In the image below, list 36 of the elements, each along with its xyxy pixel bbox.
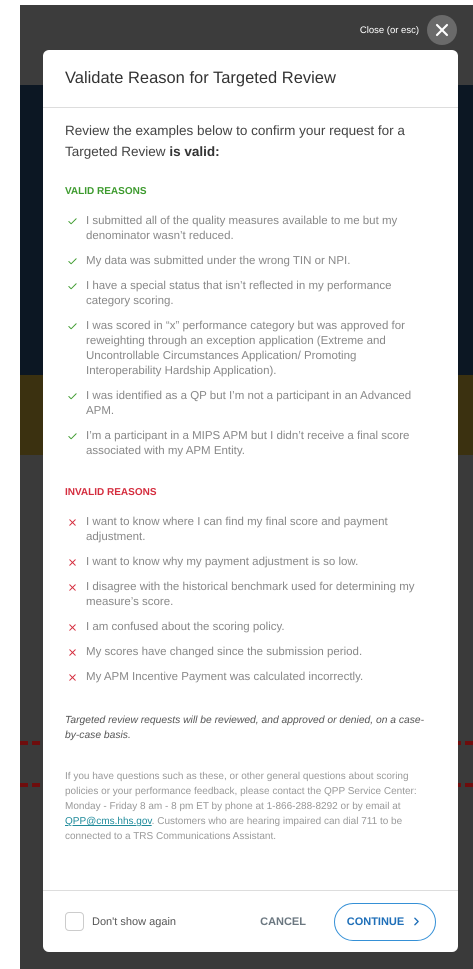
reason-text: I’m a participant in a MIPS APM but I didn’t receive a final score associated with my APM Entity. <box>86 429 410 459</box>
contact-text: If you have questions such as these, or other general questions about scoring policies or your performance feedback, please contact the QPP Service Center: Monday - Friday 8 am - 8 pm ET by phone at 1-866-288-8292 or by email at QPP@cms.hhs.gov. Customers who are hearing impaired can dial 711 to be connected to a TRS Communications Assistant. <box>65 770 418 844</box>
reason-text: My data was submitted under the wrong TIN or NPI. <box>86 254 350 269</box>
continue-button[interactable]: CONTINUE <box>334 902 436 940</box>
cross-icon <box>67 557 78 568</box>
reason-text: I am confused about the scoring policy. <box>86 620 285 635</box>
cancel-button[interactable]: CANCEL <box>256 910 310 934</box>
cross-icon <box>67 647 78 658</box>
reason-text: I want to know why my payment adjustment is so low. <box>86 555 358 570</box>
cross-icon <box>67 622 78 633</box>
checkbox[interactable] <box>65 912 84 931</box>
section-heading: VALID REASONS <box>65 186 148 197</box>
reason-text: I disagree with the historical benchmark used for determining my measure’s score. <box>86 580 416 610</box>
close-label: Close (or esc) <box>360 24 419 36</box>
cross-icon <box>67 582 78 593</box>
reason-text: My scores have changed since the submission period. <box>86 645 362 660</box>
check-icon <box>67 391 78 402</box>
checkbox-label: Don't show again <box>92 916 176 928</box>
email-link[interactable]: QPP@cms.hhs.gov <box>65 816 152 827</box>
check-icon <box>67 321 78 332</box>
reason-text: I submitted all of the quality measures available to me but my denominator wasn’t reduced. <box>86 214 398 244</box>
dialog-title: Validate Reason for Targeted Review <box>65 69 336 88</box>
cross-icon <box>67 517 78 528</box>
check-icon <box>67 431 78 442</box>
cross-icon <box>67 672 78 683</box>
reason-text: I was identified as a QP but I’m not a participant in an Advanced APM. <box>86 389 412 419</box>
reason-text: My APM Incentive Payment was calculated incorrectly. <box>86 670 364 685</box>
check-icon <box>67 281 78 292</box>
check-icon <box>67 216 78 227</box>
reason-text: I have a special status that isn’t reflected in my performance category scoring. <box>86 279 393 309</box>
intro-text: Review the examples below to confirm your request for a Targeted Review is valid: <box>65 122 406 161</box>
section-heading: INVALID REASONS <box>65 487 158 498</box>
check-icon <box>67 256 78 267</box>
note-text: Targeted review requests will be reviewed, and approved or denied, on a case-by-case basis. <box>65 714 426 743</box>
reason-text: I was scored in “x” performance category but was approved for reweighting through an exception application (Extreme and Uncontrollable Circumstances Application/ Promoting Interoperability Hardship Application). <box>86 319 406 379</box>
reason-text: I want to know where I can find my final score and payment adjustment. <box>86 515 389 545</box>
